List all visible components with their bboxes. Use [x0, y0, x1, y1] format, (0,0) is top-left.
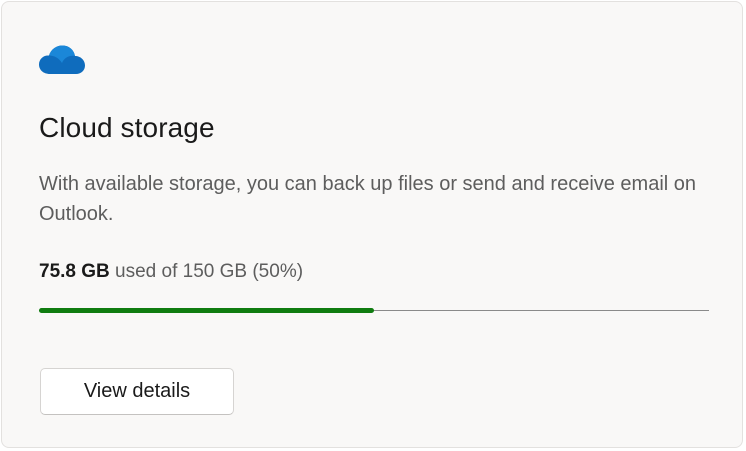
used-amount: 75.8 GB [39, 261, 110, 282]
card-description: With available storage, you can back up … [39, 173, 697, 225]
storage-progress-bar [39, 308, 709, 313]
storage-usage-text: 75.8 GB used of 150 GB (50%) [39, 259, 303, 285]
usage-detail: used of 150 GB (50%) [109, 261, 304, 282]
card-title: Cloud storage [39, 112, 215, 143]
view-details-button[interactable]: View details [40, 368, 234, 415]
progress-fill [39, 308, 374, 313]
cloud-icon [38, 44, 86, 76]
cloud-storage-card: Cloud storage With available storage, yo… [1, 1, 743, 448]
